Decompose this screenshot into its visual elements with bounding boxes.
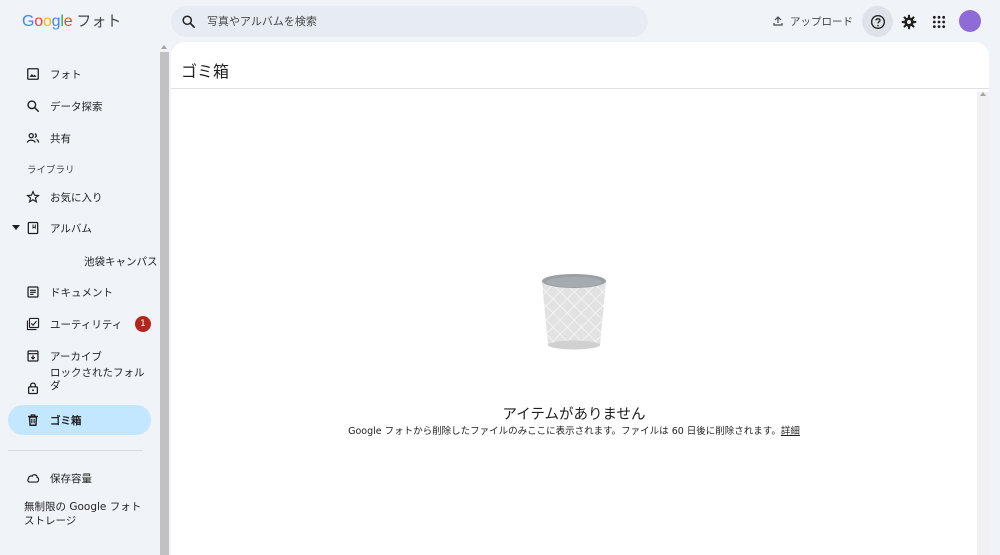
sidebar-item-label: ドキュメント xyxy=(50,286,113,299)
utilities-icon xyxy=(26,317,40,331)
apps-button[interactable] xyxy=(923,6,954,37)
sidebar-item-explore[interactable]: データ探索 xyxy=(8,91,151,121)
main-scrollbar-track[interactable] xyxy=(977,92,989,555)
trash-icon xyxy=(28,414,38,426)
notification-badge: 1 xyxy=(135,316,151,332)
sidebar-item-label: ロックされたフォルダ xyxy=(50,367,145,392)
main-content: ゴミ箱 アイテムがありません Google フォトから削除したファイルのみここに… xyxy=(171,42,989,555)
sidebar-item-label: 共有 xyxy=(50,132,71,145)
sidebar-item-label: データ探索 xyxy=(50,100,103,113)
account-avatar[interactable] xyxy=(959,10,981,32)
search-icon xyxy=(27,100,40,113)
gear-icon xyxy=(901,14,916,29)
sidebar-item-trash[interactable]: ゴミ箱 xyxy=(8,405,151,435)
archive-icon xyxy=(27,350,39,362)
google-wordmark: Google xyxy=(22,13,73,30)
people-icon xyxy=(26,132,40,143)
storage-note: 無制限の Google フォト ストレージ xyxy=(24,501,142,527)
main-scroll-up-arrow[interactable] xyxy=(980,92,986,96)
sidebar-item-documents[interactable]: ドキュメント xyxy=(8,277,151,307)
settings-button[interactable] xyxy=(893,6,924,37)
empty-state-title: アイテムがありません xyxy=(502,407,646,423)
top-bar: Google フォト アップロード xyxy=(0,0,1000,42)
search-icon[interactable] xyxy=(181,14,196,29)
learn-more-link[interactable]: 詳細 xyxy=(781,426,800,437)
sidebar-item-sharing[interactable]: 共有 xyxy=(8,123,151,153)
empty-state-text: Google フォトから削除したファイルのみここに表示されます。ファイルは 60… xyxy=(348,426,781,437)
page-title: ゴミ箱 xyxy=(181,62,230,81)
sidebar-item-storage[interactable]: 保存容量 xyxy=(8,463,151,493)
sidebar-item-label: フォト xyxy=(50,68,82,81)
sidebar-item-photos[interactable]: フォト xyxy=(8,59,151,89)
upload-button[interactable]: アップロード xyxy=(772,12,853,30)
sidebar-item-utilities[interactable]: ユーティリティ 1 xyxy=(8,309,151,339)
sidebar-item-label: 保存容量 xyxy=(50,472,92,485)
lock-icon xyxy=(27,382,39,395)
sidebar-item-albums[interactable]: アルバム xyxy=(8,213,151,243)
help-icon xyxy=(870,14,885,29)
upload-icon xyxy=(773,16,783,26)
photo-icon xyxy=(27,68,39,80)
sidebar-item-label: ゴミ箱 xyxy=(50,414,82,427)
sidebar-item-label: アルバム xyxy=(50,222,92,235)
title-divider xyxy=(171,88,989,89)
empty-trash-illustration-icon xyxy=(542,274,606,350)
cloud-icon xyxy=(27,474,40,483)
sidebar-item-locked-folder[interactable]: ロックされたフォルダ xyxy=(8,367,151,403)
sidebar-item-label: お気に入り xyxy=(50,191,103,204)
search-input[interactable] xyxy=(207,6,637,37)
sidebar-scroll-up-arrow[interactable] xyxy=(161,45,167,49)
library-section-label: ライブラリ xyxy=(27,165,75,176)
sidebar-item-label: アーカイブ xyxy=(50,350,102,363)
upload-label: アップロード xyxy=(790,15,853,28)
document-icon xyxy=(27,286,39,298)
help-button[interactable] xyxy=(862,6,893,37)
sidebar-subitem-album[interactable]: 池袋キャンパス xyxy=(84,254,158,269)
sidebar: フォト データ探索 共有 ライブラリ お気に入り アルバム 池袋キャンパス ドキ… xyxy=(0,42,170,555)
album-icon xyxy=(27,221,39,235)
sidebar-item-label: ユーティリティ xyxy=(50,318,123,331)
sidebar-divider xyxy=(8,450,143,451)
star-icon xyxy=(26,190,40,204)
sidebar-item-favorites[interactable]: お気に入り xyxy=(8,182,151,212)
empty-state-description: Google フォトから削除したファイルのみここに表示されます。ファイルは 60… xyxy=(171,423,977,437)
search-bar[interactable] xyxy=(171,6,648,37)
app-logo[interactable]: Google フォト xyxy=(22,10,121,32)
apps-grid-icon xyxy=(932,15,945,28)
sidebar-scrollbar[interactable] xyxy=(160,52,169,555)
product-name: フォト xyxy=(76,12,122,30)
